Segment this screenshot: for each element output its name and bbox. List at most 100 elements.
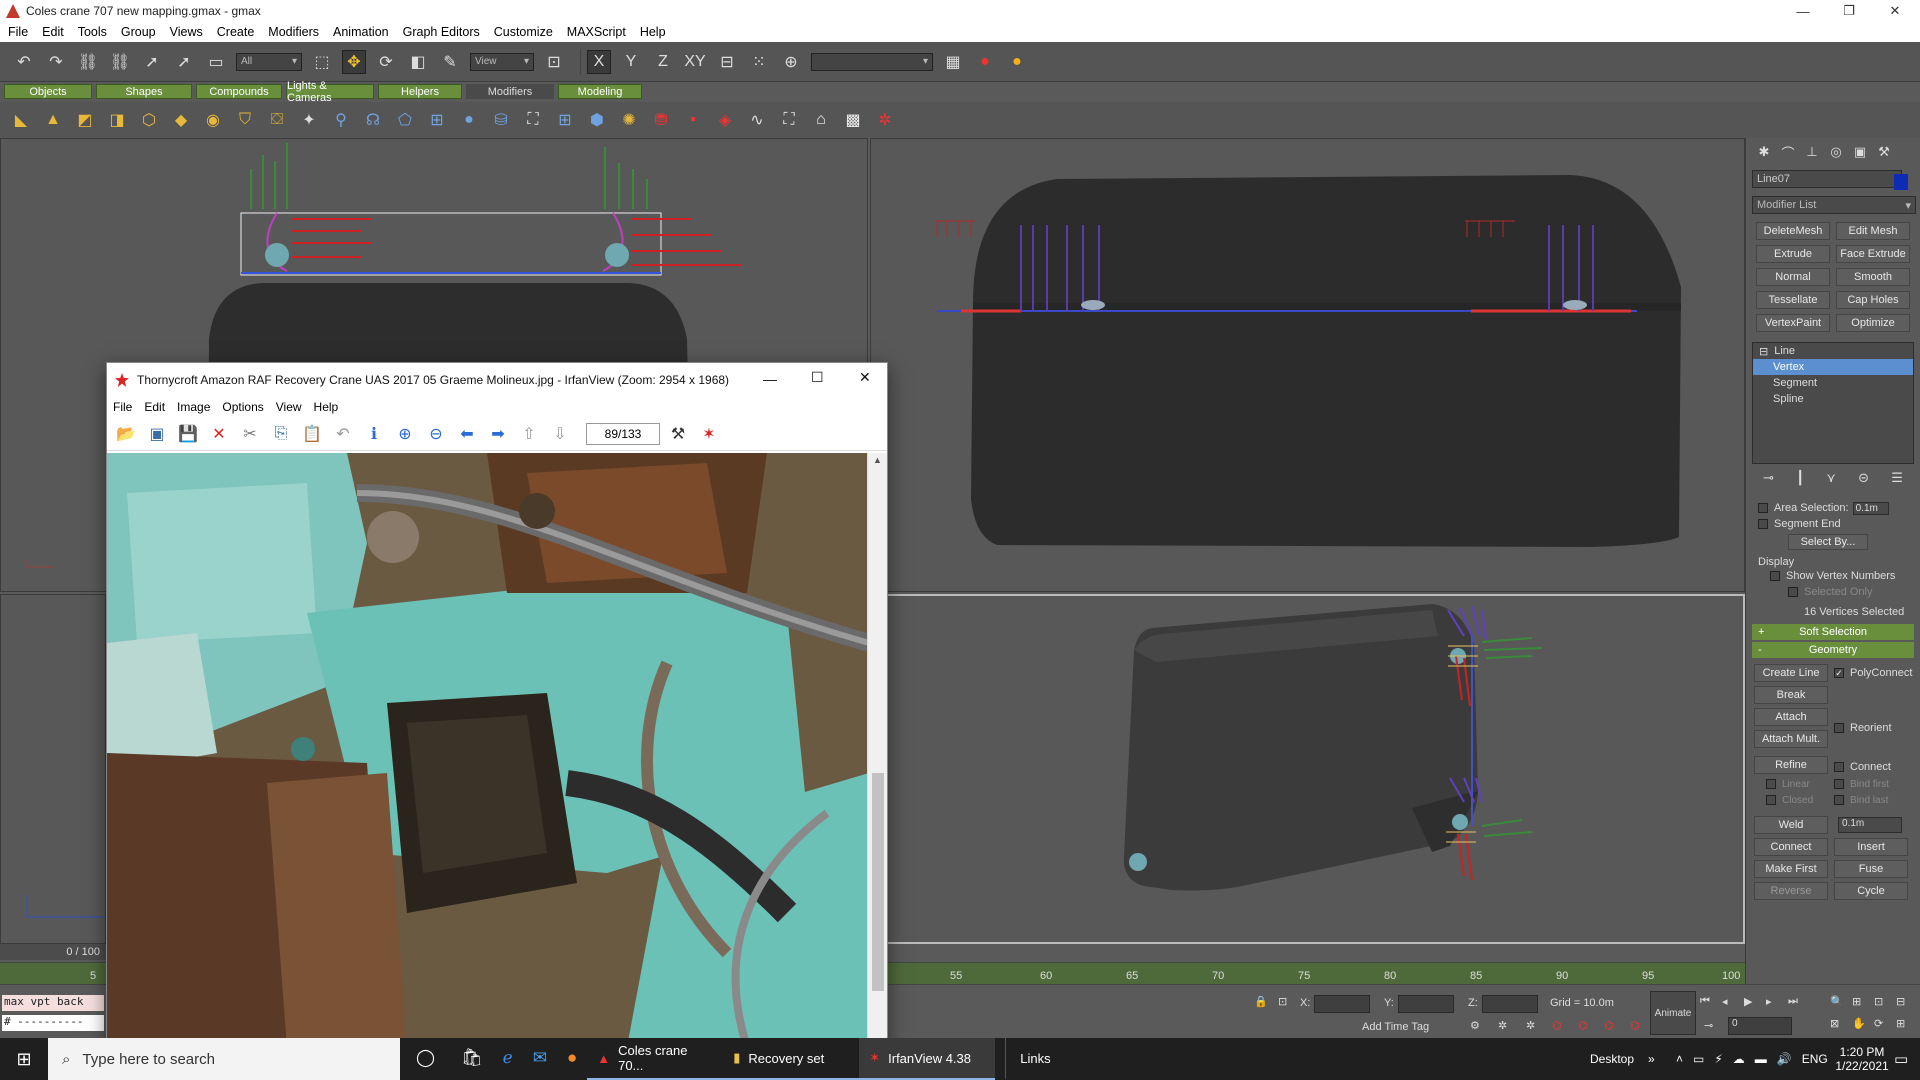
utilities-panel-icon[interactable]: ⚒ xyxy=(1874,143,1894,161)
maxscript-listener-line[interactable]: max vpt back xyxy=(2,995,104,1011)
info-icon[interactable]: ℹ xyxy=(361,421,387,447)
taskbar-app-recovery-set[interactable]: ▮ Recovery set xyxy=(723,1038,860,1080)
mesh-select-icon[interactable]: ⬢ xyxy=(586,109,608,131)
select-move-icon[interactable]: ✥ xyxy=(342,49,366,74)
irfanview-maximize-button[interactable]: ☐ xyxy=(811,369,824,386)
tessellate-button[interactable]: Tessellate xyxy=(1756,291,1830,309)
unlink-icon[interactable]: ⛓ xyxy=(108,50,132,74)
stretch-modifier-icon[interactable]: ⬡ xyxy=(138,109,160,131)
key-mode-icon[interactable]: ⌬ xyxy=(1578,1019,1588,1032)
displayed-photo[interactable] xyxy=(107,453,869,1047)
area-selection-checkbox[interactable] xyxy=(1758,503,1768,513)
unwrap-uvw-icon[interactable]: ⛃ xyxy=(650,109,672,131)
object-name-field[interactable]: Line07 xyxy=(1752,170,1902,188)
save-icon[interactable]: 💾 xyxy=(175,421,201,447)
wave-modifier-icon[interactable]: ✦ xyxy=(298,109,320,131)
z-coordinate-field[interactable] xyxy=(1482,995,1538,1013)
undo-icon[interactable]: ↶ xyxy=(330,421,356,447)
add-time-tag-button[interactable]: Add Time Tag xyxy=(1362,1021,1429,1033)
spinner-snap-icon[interactable]: ⌬ xyxy=(1552,1019,1562,1032)
weld-button[interactable]: Weld xyxy=(1754,816,1828,834)
tab-shapes[interactable]: Shapes xyxy=(96,84,192,99)
menu-file[interactable]: File xyxy=(8,25,28,39)
fuse-button[interactable]: Fuse xyxy=(1834,860,1908,878)
cap-holes-button[interactable]: Cap Holes xyxy=(1836,291,1910,309)
skew-modifier-icon[interactable]: ⚲ xyxy=(330,109,352,131)
edit-mesh-button[interactable]: Edit Mesh xyxy=(1836,222,1910,240)
zoom-extents-all-icon[interactable]: ⊟ xyxy=(1896,995,1905,1008)
scrollbar-thumb[interactable] xyxy=(872,773,884,991)
render-scene-icon[interactable]: ● xyxy=(973,50,997,74)
polyconnect-row[interactable]: ✓ PolyConnect xyxy=(1834,665,1912,681)
reference-coord-dropdown[interactable]: View ▾ xyxy=(470,52,534,71)
tab-helpers[interactable]: Helpers xyxy=(378,84,462,99)
material-modifier-icon[interactable]: ▪ xyxy=(682,109,704,131)
ripple-modifier-icon[interactable]: ⛋ xyxy=(266,109,288,131)
bluetooth-icon[interactable]: ⚡ xyxy=(1714,1052,1722,1066)
restrict-xy-icon[interactable]: XY xyxy=(683,50,707,74)
menu-maxscript[interactable]: MAXScript xyxy=(567,25,626,39)
show-vertex-numbers-row[interactable]: Show Vertex Numbers xyxy=(1758,568,1920,584)
time-slider[interactable]: 0 / 100 xyxy=(0,944,106,960)
tab-compounds[interactable]: Compounds xyxy=(196,84,282,99)
open-folder-icon[interactable]: 📂 xyxy=(113,421,139,447)
menu-animation[interactable]: Animation xyxy=(333,25,389,39)
extrude-modifier-icon[interactable]: ⛶ xyxy=(778,109,800,131)
zoom-out-icon[interactable]: ⊖ xyxy=(423,421,449,447)
zoom-in-icon[interactable]: ⊕ xyxy=(392,421,418,447)
paste-icon[interactable]: 📋 xyxy=(299,421,325,447)
next-image-icon[interactable]: ➡ xyxy=(485,421,511,447)
relax-modifier-icon[interactable]: ⛉ xyxy=(234,109,256,131)
cycle-button[interactable]: Cycle xyxy=(1834,882,1908,900)
snap-toggle-icon[interactable]: ⚙ xyxy=(1470,1019,1480,1032)
connect-row[interactable]: Connect xyxy=(1834,759,1891,775)
last-image-icon[interactable]: ⇩ xyxy=(547,421,573,447)
restrict-y-icon[interactable]: Y xyxy=(619,50,643,74)
key-filters-icon[interactable]: ⌬ xyxy=(1630,1019,1640,1032)
language-indicator[interactable]: ENG xyxy=(1802,1052,1828,1066)
zoom-all-icon[interactable]: ⊞ xyxy=(1852,995,1861,1008)
go-to-start-icon[interactable]: ⏮ xyxy=(1700,995,1710,1008)
viewport-top-right[interactable] xyxy=(870,138,1745,592)
attach-button[interactable]: Attach xyxy=(1754,708,1828,726)
internet-explorer-icon[interactable]: ℯ xyxy=(493,1038,523,1080)
noise-modifier-icon[interactable]: ◨ xyxy=(106,109,128,131)
restrict-x-icon[interactable]: X xyxy=(587,49,611,74)
tab-lights-cameras[interactable]: Lights & Cameras xyxy=(286,80,374,104)
first-image-icon[interactable]: ⇧ xyxy=(516,421,542,447)
key-mode-toggle-icon[interactable]: ⊸ xyxy=(1704,1019,1713,1032)
irfanview-menu-image[interactable]: Image xyxy=(177,400,210,414)
rect-select-icon[interactable]: ▭ xyxy=(204,50,228,74)
firefox-icon[interactable]: ● xyxy=(557,1038,587,1080)
normal-button[interactable]: Normal xyxy=(1756,268,1830,286)
irfanview-minimize-button[interactable]: — xyxy=(763,371,777,387)
taskbar-app-gmax[interactable]: ▲ Coles crane 70... xyxy=(587,1038,724,1080)
make-first-button[interactable]: Make First xyxy=(1754,860,1828,878)
battery-icon[interactable]: ▬ xyxy=(1755,1052,1767,1066)
modifier-list-dropdown[interactable]: Modifier List ▾ xyxy=(1752,196,1916,214)
optimize-icon[interactable]: ✲ xyxy=(874,109,896,131)
cut-icon[interactable]: ✂ xyxy=(237,421,263,447)
break-button[interactable]: Break xyxy=(1754,686,1828,704)
select-manipulate-icon[interactable]: ✎ xyxy=(438,50,462,74)
stack-item-vertex[interactable]: Vertex xyxy=(1753,359,1913,375)
create-panel-icon[interactable]: ✱ xyxy=(1754,143,1774,161)
desktop-toolbar[interactable]: Desktop » xyxy=(1590,1038,1655,1080)
device-icon[interactable]: ▭ xyxy=(1693,1052,1704,1066)
stack-item-spline[interactable]: Spline xyxy=(1753,391,1913,407)
weld-threshold-spinner[interactable]: 0.1m xyxy=(1838,817,1902,833)
align-icon[interactable]: ⊕ xyxy=(779,50,803,74)
redo-icon[interactable]: ↷ xyxy=(44,50,68,74)
irfanview-menu-edit[interactable]: Edit xyxy=(144,400,165,414)
edit-spline-icon[interactable]: ∿ xyxy=(746,109,768,131)
irfanview-menu-options[interactable]: Options xyxy=(222,400,263,414)
next-frame-icon[interactable]: ▸ xyxy=(1766,995,1772,1008)
reorient-row[interactable]: Reorient xyxy=(1834,720,1892,736)
checker-icon[interactable]: ▩ xyxy=(842,109,864,131)
motion-panel-icon[interactable]: ◎ xyxy=(1826,143,1846,161)
start-button[interactable]: ⊞ xyxy=(0,1038,48,1080)
soft-selection-rollout[interactable]: + Soft Selection xyxy=(1752,624,1914,640)
clock[interactable]: 1:20 PM 1/22/2021 xyxy=(1835,1038,1888,1080)
vertical-scrollbar[interactable]: ▲ xyxy=(867,453,887,1047)
twist-modifier-icon[interactable]: ◩ xyxy=(74,109,96,131)
